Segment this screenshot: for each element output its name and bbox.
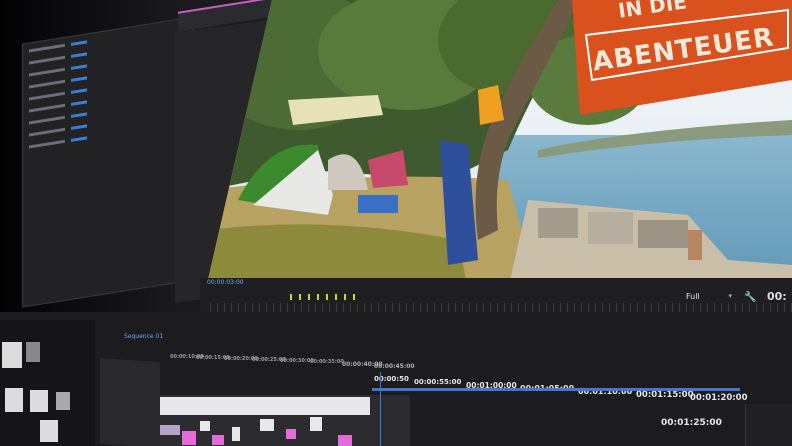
video-clip[interactable] (286, 429, 296, 439)
video-clip[interactable] (232, 427, 240, 441)
marker-strip (290, 294, 360, 300)
video-clip[interactable] (200, 421, 210, 431)
ruler-timecode: 00:00:55:00 (414, 378, 462, 386)
chevron-down-icon: ▾ (728, 292, 732, 300)
work-area-bar[interactable] (372, 388, 740, 391)
ruler-timecode: 00:00:45:00 (374, 363, 415, 370)
ruler-timecode: 00:01:15:00 (636, 390, 694, 400)
video-tracks (160, 395, 410, 446)
video-clip[interactable] (160, 425, 180, 435)
ruler-timecode: 00:01:20:00 (690, 393, 748, 403)
video-clip[interactable] (338, 435, 352, 446)
video-clip[interactable] (212, 435, 224, 445)
settings-wrench-icon[interactable]: 🔧 (744, 292, 756, 303)
playhead[interactable] (380, 372, 381, 446)
video-clip[interactable] (310, 417, 322, 431)
program-monitor-video: ABENTEUER IN DIE (208, 0, 792, 287)
playhead-timecode[interactable]: 00:00:03:00 (207, 279, 244, 286)
ruler-timecode: 00:00:35:00 (310, 359, 344, 365)
ruler-timecode: 00:01:25:00 (661, 418, 722, 428)
video-clip[interactable] (260, 419, 274, 431)
duration-timecode: 00: (767, 290, 787, 303)
premiere-workspace: ABENTEUER IN DIE 00:00:03:00 Full ▾ 🔧 00… (0, 0, 792, 446)
ruler-timecode: 00:00:30:00 (280, 358, 314, 364)
zoom-level-value: Full (686, 292, 700, 301)
sequence-tab[interactable]: Sequence 01 (124, 333, 163, 340)
effect-controls-panel (22, 16, 194, 308)
source-thumbnails (0, 320, 95, 446)
audio-meter-panel (745, 404, 792, 446)
video-clip[interactable] (160, 397, 370, 415)
track-headers (100, 357, 160, 446)
video-clip[interactable] (182, 431, 196, 445)
